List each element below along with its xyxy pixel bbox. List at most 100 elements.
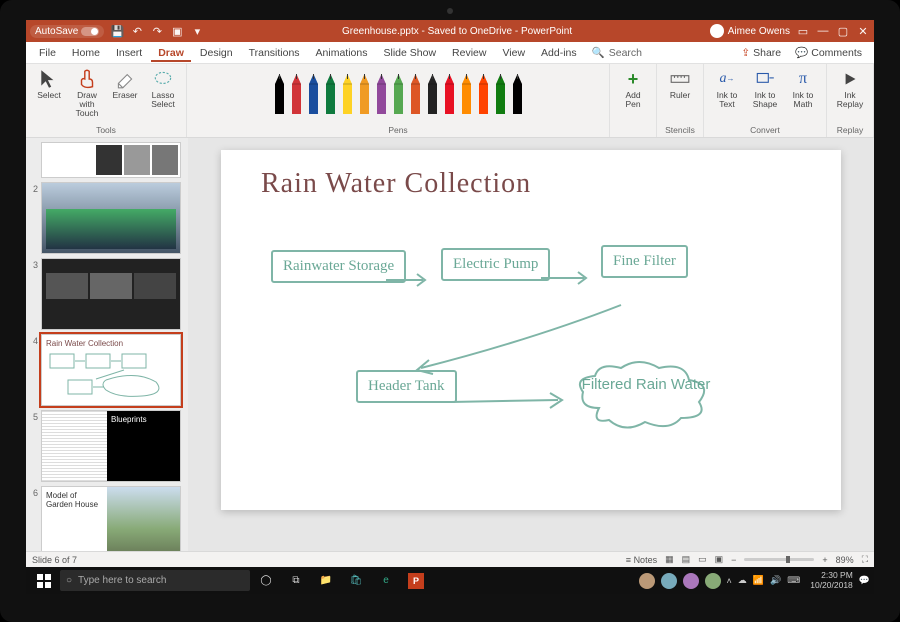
close-icon[interactable]: ✕ bbox=[856, 24, 870, 38]
pen-swatch[interactable] bbox=[424, 70, 441, 114]
thumbnail-6[interactable]: Model of Garden House bbox=[41, 486, 181, 551]
tab-insert[interactable]: Insert bbox=[109, 44, 149, 62]
tab-animations[interactable]: Animations bbox=[309, 44, 375, 62]
slide-canvas[interactable]: Rain Water Collection Rainwater Storage … bbox=[221, 150, 841, 510]
pen-swatch[interactable] bbox=[322, 70, 339, 114]
ink-to-shape[interactable]: Ink to Shape bbox=[748, 68, 782, 109]
maximize-icon[interactable]: ▢ bbox=[836, 24, 850, 38]
pen-swatch[interactable] bbox=[441, 70, 458, 114]
pen-swatch[interactable] bbox=[390, 70, 407, 114]
pen-swatch[interactable] bbox=[492, 70, 509, 114]
ruler-button[interactable]: Ruler bbox=[663, 68, 697, 100]
ribbon-options-icon[interactable]: ▭ bbox=[796, 24, 810, 38]
present-icon[interactable]: ▣ bbox=[170, 24, 184, 38]
pen-swatch[interactable] bbox=[288, 70, 305, 114]
undo-icon[interactable]: ↶ bbox=[130, 24, 144, 38]
notes-button[interactable]: ≡ Notes bbox=[626, 555, 657, 565]
customize-qat-icon[interactable]: ▾ bbox=[190, 24, 204, 38]
pen-swatch[interactable] bbox=[407, 70, 424, 114]
slide-thumbnails[interactable]: 2 3 4Rain Water Collection 5Blueprints 6… bbox=[26, 138, 188, 551]
view-sorter-icon[interactable]: ▤ bbox=[682, 554, 691, 565]
input-icon[interactable]: ⌨ bbox=[787, 575, 800, 586]
tab-file[interactable]: File bbox=[32, 44, 63, 62]
taskbar-explorer-icon[interactable]: 📁 bbox=[312, 567, 340, 594]
tab-view[interactable]: View bbox=[495, 44, 532, 62]
zoom-level: 89% bbox=[836, 555, 854, 565]
tab-home[interactable]: Home bbox=[65, 44, 107, 62]
tab-draw[interactable]: Draw bbox=[151, 44, 191, 62]
arrow-icon bbox=[411, 300, 631, 380]
account-button[interactable]: Aimee Owens bbox=[710, 24, 790, 38]
add-pen-button[interactable]: + Add Pen bbox=[616, 68, 650, 109]
cortana-icon[interactable]: ◯ bbox=[252, 567, 280, 594]
minimize-icon[interactable]: — bbox=[816, 24, 830, 38]
pen-swatch[interactable] bbox=[271, 70, 288, 114]
people-avatar-icon[interactable] bbox=[705, 573, 721, 589]
tab-transitions[interactable]: Transitions bbox=[242, 44, 307, 62]
lasso-select[interactable]: Lasso Select bbox=[146, 68, 180, 109]
title-bar: AutoSave 💾 ↶ ↷ ▣ ▾ Greenhouse.pptx - Sav… bbox=[26, 20, 874, 42]
ribbon: Select Draw with Touch Eraser Lasso Sele… bbox=[26, 64, 874, 138]
people-avatar-icon[interactable] bbox=[639, 573, 655, 589]
volume-icon[interactable]: 🔊 bbox=[770, 575, 781, 586]
draw-with-touch[interactable]: Draw with Touch bbox=[70, 68, 104, 118]
ink-to-text[interactable]: a→ Ink to Text bbox=[710, 68, 744, 109]
thumbnail-1[interactable] bbox=[41, 142, 181, 178]
pen-swatch[interactable] bbox=[356, 70, 373, 114]
view-slideshow-icon[interactable]: ▣ bbox=[715, 554, 724, 565]
tab-design[interactable]: Design bbox=[193, 44, 240, 62]
thumbnail-5[interactable]: Blueprints bbox=[41, 410, 181, 482]
slide-title-handwriting: Rain Water Collection bbox=[261, 168, 531, 200]
pen-swatch[interactable] bbox=[458, 70, 475, 114]
save-icon[interactable]: 💾 bbox=[110, 24, 124, 38]
zoom-slider[interactable] bbox=[744, 558, 814, 561]
tab-review[interactable]: Review bbox=[445, 44, 493, 62]
start-button[interactable] bbox=[30, 567, 58, 594]
tray-chevron-icon[interactable]: ˄ bbox=[727, 576, 732, 586]
pen-swatch[interactable] bbox=[339, 70, 356, 114]
pen-swatch[interactable] bbox=[373, 70, 390, 114]
people-avatar-icon[interactable] bbox=[661, 573, 677, 589]
zoom-out-icon[interactable]: − bbox=[731, 555, 736, 565]
taskbar-clock[interactable]: 2:30 PM 10/20/2018 bbox=[810, 571, 853, 590]
taskbar-search[interactable]: ○ Type here to search bbox=[60, 570, 250, 591]
thumbnail-2[interactable] bbox=[41, 182, 181, 254]
search-label: Search bbox=[609, 47, 642, 59]
ribbon-group-tools: Select Draw with Touch Eraser Lasso Sele… bbox=[26, 64, 187, 137]
pen-swatch[interactable] bbox=[509, 70, 526, 114]
action-center-icon[interactable]: 💬 bbox=[859, 575, 870, 586]
ink-replay[interactable]: Ink Replay bbox=[833, 68, 867, 109]
pen-swatch[interactable] bbox=[475, 70, 492, 114]
ink-to-math[interactable]: π Ink to Math bbox=[786, 68, 820, 109]
group-label-replay: Replay bbox=[837, 125, 863, 135]
slide-canvas-area[interactable]: Rain Water Collection Rainwater Storage … bbox=[188, 138, 874, 551]
fit-to-window-icon[interactable]: ⛶ bbox=[862, 554, 868, 565]
plus-icon: + bbox=[622, 68, 644, 90]
thumbnail-3[interactable] bbox=[41, 258, 181, 330]
tablet-camera bbox=[447, 8, 453, 14]
view-reading-icon[interactable]: ▭ bbox=[698, 554, 707, 565]
task-view-icon[interactable]: ⧉ bbox=[282, 567, 310, 594]
eraser-tool[interactable]: Eraser bbox=[108, 68, 142, 100]
view-normal-icon[interactable]: ▦ bbox=[665, 554, 674, 565]
select-tool[interactable]: Select bbox=[32, 68, 66, 100]
wifi-icon[interactable]: 📶 bbox=[753, 575, 764, 586]
tab-addins[interactable]: Add-ins bbox=[534, 44, 584, 62]
pen-swatch[interactable] bbox=[305, 70, 322, 114]
redo-icon[interactable]: ↷ bbox=[150, 24, 164, 38]
taskbar-powerpoint-icon[interactable]: P bbox=[402, 567, 430, 594]
tell-me-search[interactable]: 🔍 Search bbox=[592, 46, 642, 59]
share-button[interactable]: ⇪ Share bbox=[735, 44, 787, 62]
arrow-icon bbox=[536, 268, 596, 288]
thumbnail-4[interactable]: Rain Water Collection bbox=[41, 334, 181, 406]
people-avatar-icon[interactable] bbox=[683, 573, 699, 589]
onedrive-icon[interactable]: ☁ bbox=[738, 575, 747, 586]
taskbar-edge-icon[interactable]: e bbox=[372, 567, 400, 594]
eraser-icon bbox=[114, 68, 136, 90]
comment-icon: 💬 bbox=[795, 46, 808, 59]
taskbar-store-icon[interactable]: 🛍 bbox=[342, 567, 370, 594]
comments-button[interactable]: 💬 Comments bbox=[789, 43, 868, 62]
autosave-toggle[interactable]: AutoSave bbox=[30, 25, 104, 38]
zoom-in-icon[interactable]: + bbox=[822, 555, 827, 565]
tab-slideshow[interactable]: Slide Show bbox=[377, 44, 444, 62]
